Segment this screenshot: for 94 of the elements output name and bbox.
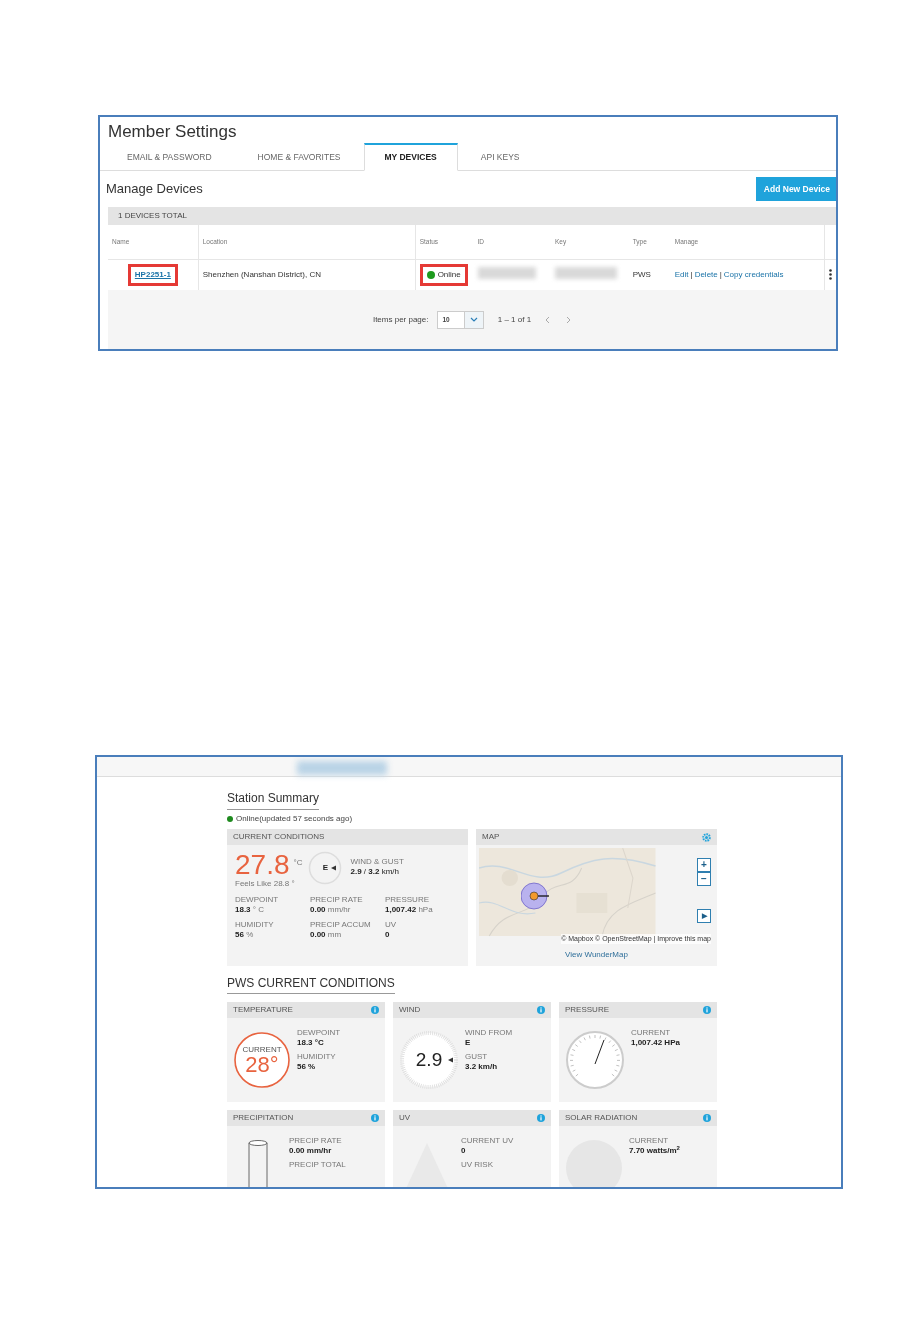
metric-value: 1,007.42 HPa (631, 1038, 680, 1048)
pagination-label: Items per page: (372, 313, 429, 326)
previous-icon[interactable] (545, 315, 551, 324)
info-icon[interactable] (537, 1114, 545, 1122)
metric-value: 7.70 watts/m$^{2}$ (629, 1146, 680, 1156)
card-title: MAP (482, 831, 500, 843)
unit-label: hPa (418, 905, 433, 914)
card-title: WIND (399, 1004, 421, 1016)
redaction-mark (555, 266, 617, 279)
section-title: Station Summary (227, 789, 320, 810)
separator-text: | (719, 269, 722, 279)
unit-label: mm/hr (327, 905, 351, 914)
card-title: CURRENT CONDITIONS (233, 831, 325, 843)
metric-label: PRECIP RATE (289, 1136, 343, 1146)
separator-text: | (690, 269, 693, 279)
metric-value: 0 (385, 930, 390, 939)
info-icon[interactable] (371, 1114, 379, 1122)
status-text: Online(updated 57 seconds ago) (236, 813, 353, 825)
section-heading: Manage Devices (106, 180, 203, 199)
chevron-down-icon (469, 317, 478, 322)
metric-value: 1,007.42 (385, 905, 417, 914)
compass-direction: E (322, 863, 329, 873)
card-title: PRESSURE (565, 1004, 609, 1016)
table-cell: PWS (628, 259, 671, 290)
action-link[interactable]: Copy credentials (723, 269, 784, 279)
settings-icon[interactable] (702, 832, 711, 842)
metric-value: 56 (235, 930, 244, 939)
metric-value: 3.2 km/h (465, 1062, 498, 1072)
device-name-link[interactable]: HP2251-1 (134, 268, 171, 281)
action-link[interactable]: Edit (674, 269, 689, 279)
map-link[interactable]: View WunderMap (479, 946, 714, 963)
metric-label: DEWPOINT (297, 1028, 341, 1038)
info-icon[interactable] (703, 1114, 711, 1122)
compass-drawing (308, 851, 343, 885)
next-icon[interactable] (566, 315, 572, 324)
redaction-mark (477, 266, 536, 279)
metric-label: WIND & GUST (350, 857, 404, 867)
sun-gauge-drawing (565, 1139, 623, 1187)
device-count: 1 DEVICES TOTAL (118, 210, 187, 222)
unit-label: % (246, 930, 254, 939)
metric-value: 2.9 / 3.2 km/h (350, 867, 400, 877)
gauge-ring-drawing (233, 1031, 291, 1089)
metric-label: UV RISK (461, 1160, 494, 1170)
tab[interactable]: MY DEVICES (363, 143, 458, 171)
metric-value: E (465, 1038, 472, 1048)
gauge-value: 2.9 (415, 1047, 443, 1072)
pressure-dial-drawing (565, 1030, 625, 1090)
metric-value: 0.00 (310, 930, 326, 939)
card-title: PRECIPITATION (233, 1112, 294, 1124)
metric-label: CURRENT (629, 1136, 670, 1146)
tab[interactable]: API KEYS (457, 143, 543, 171)
metric-label: PRECIP RATE (310, 895, 364, 905)
gauge-value: 28° (245, 1055, 279, 1075)
card-title: UV (399, 1112, 411, 1124)
metric-label: PRESSURE (385, 895, 430, 905)
page-range: 1 – 1 of 1 (497, 313, 532, 326)
action-link[interactable]: Delete (694, 269, 718, 279)
feels-like-text: Feels Like 28.8 ° (235, 879, 296, 889)
table-cell: Shenzhen (Nanshan District), CN (198, 259, 416, 290)
tab[interactable]: EMAIL & PASSWORD (104, 143, 235, 171)
metric-label: HUMIDITY (235, 920, 275, 930)
page-title: Member Settings (107, 121, 238, 143)
metric-value: 18.3 °C (297, 1038, 325, 1048)
wind-dial-drawing (399, 1030, 459, 1090)
metric-label: WIND FROM (465, 1028, 513, 1038)
info-icon[interactable] (371, 1006, 379, 1014)
metric-value: 0 (461, 1146, 467, 1156)
zoom-in-button[interactable]: + (697, 858, 711, 872)
info-icon[interactable] (703, 1006, 711, 1014)
unit-label: mm (327, 930, 342, 939)
gauge-label: CURRENT (242, 1045, 282, 1055)
unit-label: °C (293, 857, 303, 869)
metric-label: PRECIP TOTAL (289, 1160, 346, 1170)
tab[interactable]: HOME & FAVORITES (234, 143, 364, 171)
metric-value: 0.00 mm/hr (289, 1146, 333, 1156)
metric-label: PRECIP ACCUM (310, 920, 372, 930)
card-title: TEMPERATURE (233, 1004, 293, 1016)
metric-label: HUMIDITY (297, 1052, 337, 1062)
metric-value: 56 % (297, 1062, 317, 1072)
metric-label: GUST (465, 1052, 489, 1062)
metric-label: DEWPOINT (235, 895, 280, 905)
metric-label: CURRENT (631, 1028, 672, 1038)
zoom-out-button[interactable]: − (697, 872, 711, 886)
metric-label: UV (385, 920, 398, 930)
temperature-value: 27.8 (235, 851, 290, 879)
status-text: Online (437, 268, 461, 281)
metric-value: 0.00 (310, 905, 326, 914)
section-title: PWS CURRENT CONDITIONS (227, 974, 395, 994)
metric-value: 18.3 (235, 905, 251, 914)
metric-label: CURRENT UV (461, 1136, 514, 1146)
more-icon[interactable] (829, 269, 832, 281)
card-title: SOLAR RADIATION (565, 1112, 638, 1124)
unit-label: ° C (252, 905, 264, 914)
info-icon[interactable] (537, 1006, 545, 1014)
